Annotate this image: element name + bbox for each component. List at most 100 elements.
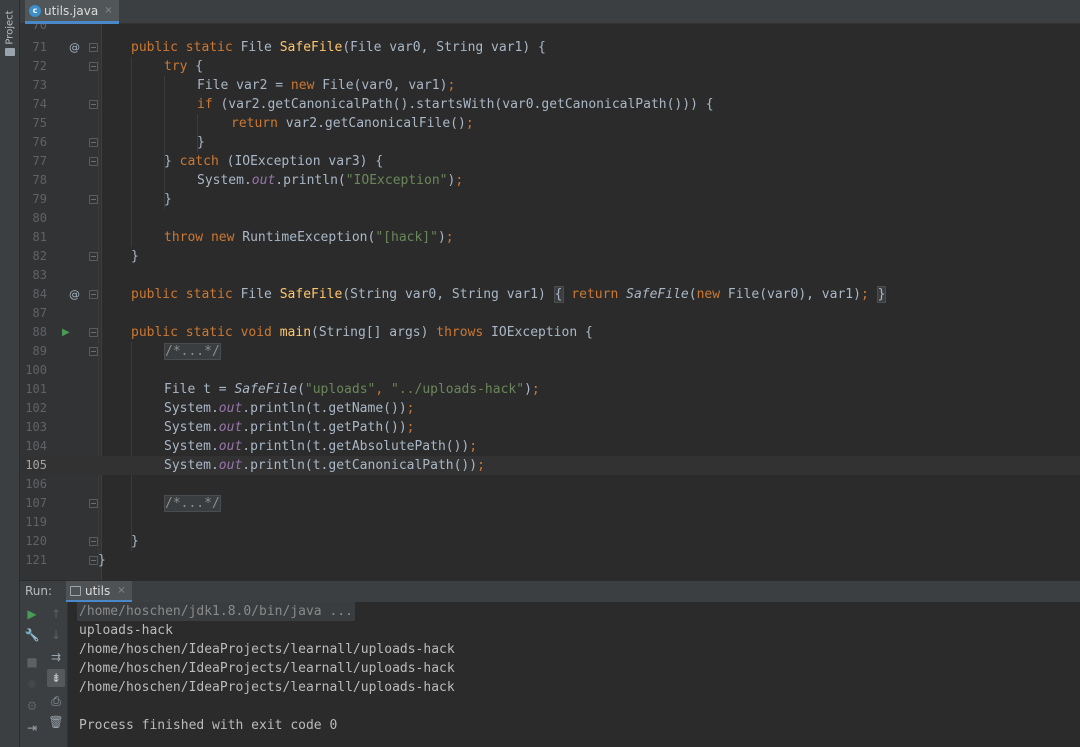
code-line: 87 [20,304,1080,323]
line-number: 75 [32,116,47,130]
line-number: 83 [32,268,47,282]
code-line: 101 File t = SafeFile("uploads", "../upl… [20,380,1080,399]
console-icon [70,585,81,596]
code-line: 84 @ public static File SafeFile(String … [20,285,1080,304]
fold-icon[interactable] [89,252,98,261]
code-line: 82 } [20,247,1080,266]
line-number: 105 [25,458,47,472]
line-number: 87 [32,306,47,320]
run-panel-header: Run: utils × [20,580,1080,603]
camera-icon[interactable]: ⌾ [23,675,41,693]
print-icon[interactable]: ⎙ [47,692,65,710]
code-line: 71 @ public static File SafeFile(File va… [20,38,1080,57]
line-number: 100 [25,363,47,377]
code-line: 81 throw new RuntimeException("[hack]"); [20,228,1080,247]
line-number: 120 [25,534,47,548]
project-tab-label: Project [4,10,16,45]
code-line: 107 /*...*/ [20,494,1080,513]
line-number: 73 [32,78,47,92]
fold-icon[interactable] [89,537,98,546]
fold-icon[interactable] [89,157,98,166]
code-line: 121 } [20,551,1080,570]
console-line: uploads-hack [79,623,173,638]
settings-icon[interactable]: ⚙ [23,697,41,715]
trash-icon[interactable]: 🗑 [47,713,65,731]
line-number: 77 [32,154,47,168]
fold-icon[interactable] [89,62,98,71]
fold-icon[interactable] [89,347,98,356]
line-number: 71 [32,40,47,54]
code-line: 74 if (var2.getCanonicalPath().startsWit… [20,95,1080,114]
fold-icon[interactable] [89,556,98,565]
down-arrow-icon[interactable]: ↓ [47,626,65,644]
override-icon[interactable]: @ [69,38,80,57]
run-icon[interactable]: ▶ [23,605,41,623]
editor-tab-label: utils.java [44,3,99,18]
fold-icon[interactable] [89,43,98,52]
console-line: /home/hoschen/IdeaProjects/learnall/uplo… [79,680,455,695]
code-line: 104 System.out.println(t.getAbsolutePath… [20,437,1080,456]
folded-comment[interactable]: /*...*/ [164,343,221,360]
code-line: 77 } catch (IOException var3) { [20,152,1080,171]
code-line: 119 [20,513,1080,532]
code-line: 73 File var2 = new File(var0, var1); [20,76,1080,95]
folded-comment[interactable]: /*...*/ [164,495,221,512]
line-number: 84 [32,287,47,301]
code-line: 102 System.out.println(t.getName()); [20,399,1080,418]
fold-icon[interactable] [89,100,98,109]
run-panel-label: Run: [25,584,53,598]
stop-icon[interactable]: ■ [23,653,41,671]
exit-icon[interactable]: ⇥ [23,719,41,737]
line-number: 106 [25,477,47,491]
console-output[interactable]: /home/hoschen/jdk1.8.0/bin/java ... uplo… [68,602,1080,747]
line-number: 81 [32,230,47,244]
code-line: 79 } [20,190,1080,209]
line-number: 121 [25,553,47,567]
folder-icon [5,48,15,56]
code-line: 75 return var2.getCanonicalFile(); [20,114,1080,133]
line-number: 102 [25,401,47,415]
code-line: 83 [20,266,1080,285]
code-line: 80 [20,209,1080,228]
line-number: 119 [25,515,47,529]
scroll-to-end-icon[interactable]: ⇟ [47,669,65,687]
code-line: 89 /*...*/ [20,342,1080,361]
code-editor[interactable]: 70 71 @ public static File SafeFile(File… [20,24,1080,580]
fold-icon[interactable] [89,290,98,299]
line-number: 74 [32,97,47,111]
override-icon[interactable]: @ [69,285,80,304]
editor-tab-utils-java[interactable]: c utils.java × [25,0,119,24]
line-number: 107 [25,496,47,510]
run-toolbar: ▶ 🔧 ■ ⌾ ⚙ ⇥ ↑ ↓ ⇉ ⇟ ⎙ 🗑 [20,602,68,747]
editor-tab-bar: c utils.java × [20,0,1080,24]
fold-icon[interactable] [89,328,98,337]
console-command-line[interactable]: /home/hoschen/jdk1.8.0/bin/java ... [77,602,355,621]
code-line: 72 try { [20,57,1080,76]
code-line: 70 [32,24,47,32]
project-tool-tab[interactable]: Project [0,4,20,60]
line-number: 103 [25,420,47,434]
line-number: 76 [32,135,47,149]
fold-icon[interactable] [89,195,98,204]
line-number: 104 [25,439,47,453]
console-line: /home/hoschen/IdeaProjects/learnall/uplo… [79,642,455,657]
code-line: 120 } [20,532,1080,551]
console-exit-status: Process finished with exit code 0 [79,718,338,733]
code-line: 78 System.out.println("IOException"); [20,171,1080,190]
fold-icon[interactable] [89,499,98,508]
line-number: 78 [32,173,47,187]
line-number: 88 [32,325,47,339]
fold-icon[interactable] [89,138,98,147]
close-icon[interactable]: × [104,5,112,16]
close-icon[interactable]: × [117,585,125,596]
run-tab-utils[interactable]: utils × [66,581,132,603]
run-tab-label: utils [85,583,111,598]
code-line: 100 [20,361,1080,380]
java-class-icon: c [29,4,41,17]
line-number: 80 [32,211,47,225]
run-gutter-icon[interactable]: ▶ [62,323,70,342]
wrench-icon[interactable]: 🔧 [23,626,41,644]
up-arrow-icon[interactable]: ↑ [47,605,65,623]
console-line: /home/hoschen/IdeaProjects/learnall/uplo… [79,661,455,676]
soft-wrap-icon[interactable]: ⇉ [47,648,65,666]
